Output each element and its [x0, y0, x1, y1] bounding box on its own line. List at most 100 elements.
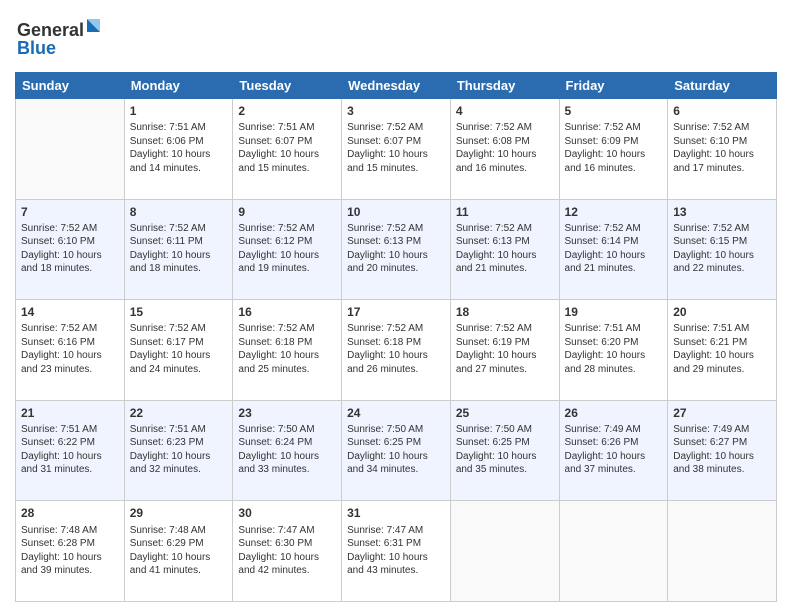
calendar-cell: 10 Sunrise: 7:52 AMSunset: 6:13 PMDayligh… — [342, 199, 451, 300]
daylight-text: Daylight: 10 hours and 16 minutes. — [456, 148, 554, 175]
sunset-text: Sunset: 6:21 PM — [673, 336, 771, 350]
day-number: 1 — [130, 103, 228, 119]
sunrise-text: Sunrise: 7:52 AM — [673, 121, 771, 135]
sunrise-text: Sunrise: 7:52 AM — [347, 222, 445, 236]
sunrise-text: Sunrise: 7:51 AM — [673, 322, 771, 336]
calendar-cell: 13Sunrise: 7:52 AMSunset: 6:15 PMDayligh… — [668, 199, 777, 300]
weekday-header: Tuesday — [233, 73, 342, 99]
day-number: 12 — [565, 204, 663, 220]
daylight-text: Daylight: 10 hours and 42 minutes. — [238, 551, 336, 578]
calendar-cell: 26Sunrise: 7:49 AMSunset: 6:26 PMDayligh… — [559, 400, 668, 501]
sunrise-text: Sunrise: 7:51 AM — [238, 121, 336, 135]
day-number: 14 — [21, 304, 119, 320]
daylight-text: Daylight: 10 hours and 22 minutes. — [673, 249, 771, 276]
sunset-text: Sunset: 6:23 PM — [130, 436, 228, 450]
calendar-cell: 20Sunrise: 7:51 AMSunset: 6:21 PMDayligh… — [668, 300, 777, 401]
sunset-text: Sunset: 6:24 PM — [238, 436, 336, 450]
daylight-text: Daylight: 10 hours and 24 minutes. — [130, 349, 228, 376]
daylight-text: Daylight: 10 hours and 28 minutes. — [565, 349, 663, 376]
sunrise-text: Sunrise: 7:52 AM — [130, 222, 228, 236]
daylight-text: Daylight: 10 hours and 32 minutes. — [130, 450, 228, 477]
daylight-text: Daylight: 10 hours and 34 minutes. — [347, 450, 445, 477]
daylight-text: Daylight: 10 hours and 29 minutes. — [673, 349, 771, 376]
calendar-cell: 14Sunrise: 7:52 AMSunset: 6:16 PMDayligh… — [16, 300, 125, 401]
daylight-text: Daylight: 10 hours and 37 minutes. — [565, 450, 663, 477]
weekday-header: Friday — [559, 73, 668, 99]
sunrise-text: Sunrise: 7:50 AM — [347, 423, 445, 437]
calendar-cell: 18Sunrise: 7:52 AMSunset: 6:19 PMDayligh… — [450, 300, 559, 401]
sunset-text: Sunset: 6:18 PM — [347, 336, 445, 350]
daylight-text: Daylight: 10 hours and 21 minutes. — [456, 249, 554, 276]
sunrise-text: Sunrise: 7:51 AM — [130, 423, 228, 437]
calendar-cell: 7Sunrise: 7:52 AMSunset: 6:10 PMDaylight… — [16, 199, 125, 300]
daylight-text: Daylight: 10 hours and 23 minutes. — [21, 349, 119, 376]
sunrise-text: Sunrise: 7:52 AM — [238, 322, 336, 336]
sunrise-text: Sunrise: 7:52 AM — [347, 121, 445, 135]
sunset-text: Sunset: 6:18 PM — [238, 336, 336, 350]
sunrise-text: Sunrise: 7:52 AM — [21, 222, 119, 236]
daylight-text: Daylight: 10 hours and 17 minutes. — [673, 148, 771, 175]
calendar-cell: 25Sunrise: 7:50 AMSunset: 6:25 PMDayligh… — [450, 400, 559, 501]
sunrise-text: Sunrise: 7:47 AM — [347, 524, 445, 538]
sunrise-text: Sunrise: 7:48 AM — [21, 524, 119, 538]
daylight-text: Daylight: 10 hours and 33 minutes. — [238, 450, 336, 477]
calendar-cell: 30Sunrise: 7:47 AMSunset: 6:30 PMDayligh… — [233, 501, 342, 602]
day-number: 13 — [673, 204, 771, 220]
day-number: 11 — [456, 204, 554, 220]
sunset-text: Sunset: 6:07 PM — [347, 135, 445, 149]
sunset-text: Sunset: 6:26 PM — [565, 436, 663, 450]
calendar-cell: 1Sunrise: 7:51 AMSunset: 6:06 PMDaylight… — [124, 99, 233, 200]
sunrise-text: Sunrise: 7:48 AM — [130, 524, 228, 538]
day-number: 7 — [21, 204, 119, 220]
calendar-cell: 17Sunrise: 7:52 AMSunset: 6:18 PMDayligh… — [342, 300, 451, 401]
calendar-cell: 29Sunrise: 7:48 AMSunset: 6:29 PMDayligh… — [124, 501, 233, 602]
sunrise-text: Sunrise: 7:50 AM — [456, 423, 554, 437]
day-number: 19 — [565, 304, 663, 320]
calendar-cell: 3Sunrise: 7:52 AMSunset: 6:07 PMDaylight… — [342, 99, 451, 200]
calendar-week-row: 28Sunrise: 7:48 AMSunset: 6:28 PMDayligh… — [16, 501, 777, 602]
daylight-text: Daylight: 10 hours and 15 minutes. — [238, 148, 336, 175]
sunrise-text: Sunrise: 7:52 AM — [565, 222, 663, 236]
sunset-text: Sunset: 6:20 PM — [565, 336, 663, 350]
day-number: 9 — [238, 204, 336, 220]
sunset-text: Sunset: 6:28 PM — [21, 537, 119, 551]
daylight-text: Daylight: 10 hours and 14 minutes. — [130, 148, 228, 175]
daylight-text: Daylight: 10 hours and 39 minutes. — [21, 551, 119, 578]
sunset-text: Sunset: 6:29 PM — [130, 537, 228, 551]
day-number: 28 — [21, 505, 119, 521]
day-number: 27 — [673, 405, 771, 421]
calendar-table: SundayMondayTuesdayWednesdayThursdayFrid… — [15, 72, 777, 602]
sunset-text: Sunset: 6:10 PM — [21, 235, 119, 249]
calendar-week-row: 14Sunrise: 7:52 AMSunset: 6:16 PMDayligh… — [16, 300, 777, 401]
day-number: 24 — [347, 405, 445, 421]
daylight-text: Daylight: 10 hours and 20 minutes. — [347, 249, 445, 276]
calendar-cell: 24 Sunrise: 7:50 AMSunset: 6:25 PMDayligh… — [342, 400, 451, 501]
sunset-text: Sunset: 6:13 PM — [347, 235, 445, 249]
sunset-text: Sunset: 6:19 PM — [456, 336, 554, 350]
calendar-cell: 21Sunrise: 7:51 AMSunset: 6:22 PMDayligh… — [16, 400, 125, 501]
sunset-text: Sunset: 6:25 PM — [347, 436, 445, 450]
sunrise-text: Sunrise: 7:51 AM — [21, 423, 119, 437]
calendar-cell: 16Sunrise: 7:52 AMSunset: 6:18 PMDayligh… — [233, 300, 342, 401]
calendar-cell — [16, 99, 125, 200]
daylight-text: Daylight: 10 hours and 21 minutes. — [565, 249, 663, 276]
weekday-header: Saturday — [668, 73, 777, 99]
sunset-text: Sunset: 6:11 PM — [130, 235, 228, 249]
sunset-text: Sunset: 6:13 PM — [456, 235, 554, 249]
day-number: 15 — [130, 304, 228, 320]
day-number: 10 — [347, 204, 445, 220]
daylight-text: Daylight: 10 hours and 16 minutes. — [565, 148, 663, 175]
header: General Blue — [15, 10, 777, 64]
calendar-week-row: 7Sunrise: 7:52 AMSunset: 6:10 PMDaylight… — [16, 199, 777, 300]
sunset-text: Sunset: 6:15 PM — [673, 235, 771, 249]
sunset-text: Sunset: 6:30 PM — [238, 537, 336, 551]
sunset-text: Sunset: 6:10 PM — [673, 135, 771, 149]
sunrise-text: Sunrise: 7:51 AM — [130, 121, 228, 135]
daylight-text: Daylight: 10 hours and 31 minutes. — [21, 450, 119, 477]
page: General Blue SundayMondayTuesdayWednesda… — [0, 0, 792, 612]
calendar-cell: 23Sunrise: 7:50 AMSunset: 6:24 PMDayligh… — [233, 400, 342, 501]
sunrise-text: Sunrise: 7:52 AM — [456, 222, 554, 236]
logo-icon: General Blue — [15, 14, 105, 59]
sunrise-text: Sunrise: 7:52 AM — [130, 322, 228, 336]
day-number: 21 — [21, 405, 119, 421]
